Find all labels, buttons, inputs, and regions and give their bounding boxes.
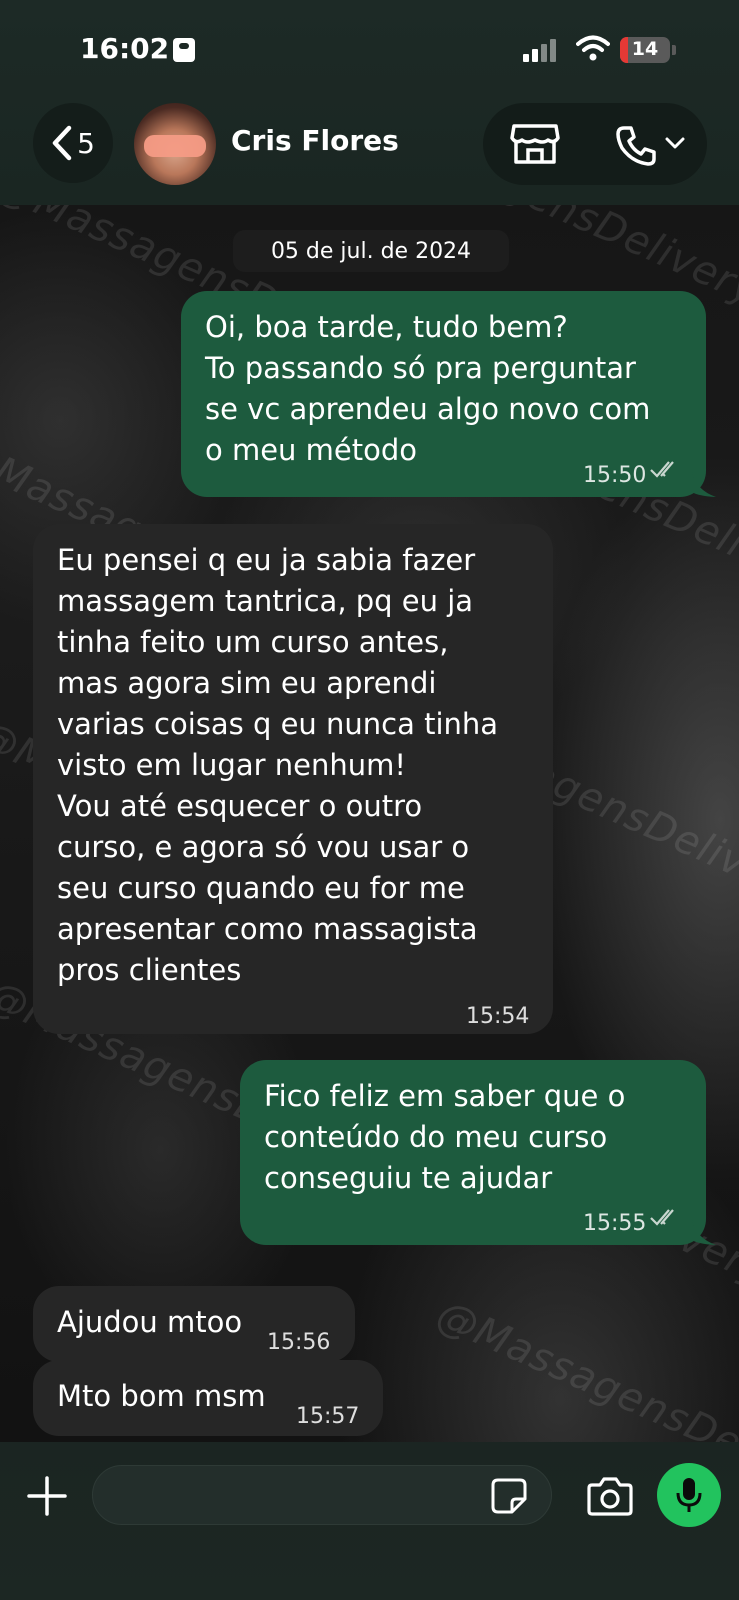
- wifi-icon: [576, 35, 610, 61]
- bubble-tail: [692, 1220, 716, 1245]
- mic-button[interactable]: [657, 1463, 721, 1527]
- cellular-signal-icon: [523, 38, 563, 62]
- phone-icon[interactable]: [614, 124, 658, 168]
- chevron-left-icon: [52, 125, 72, 161]
- message-bubble-outgoing[interactable]: Oi, boa tarde, tudo bem? To passando só …: [181, 291, 706, 497]
- message-text: Oi, boa tarde, tudo bem? To passando só …: [205, 310, 651, 467]
- message-time: 15:54: [466, 1004, 530, 1029]
- contact-name[interactable]: Cris Flores: [231, 124, 399, 157]
- avatar-redaction: [144, 135, 206, 157]
- unread-count: 5: [77, 126, 95, 160]
- message-time: 15:55: [583, 1211, 647, 1236]
- message-bubble-incoming[interactable]: Eu pensei q eu ja sabia fazer massagem t…: [33, 524, 553, 1034]
- avatar[interactable]: [134, 103, 216, 185]
- message-bubble-incoming[interactable]: Ajudou mtoo 15:56: [33, 1286, 355, 1362]
- store-icon[interactable]: [510, 122, 560, 166]
- read-receipt-icon: [650, 461, 674, 478]
- date-separator: 05 de jul. de 2024: [233, 230, 509, 272]
- message-input[interactable]: [92, 1465, 552, 1525]
- mic-icon: [676, 1478, 702, 1512]
- message-time: 15:50: [583, 463, 647, 488]
- chevron-down-icon[interactable]: [665, 136, 685, 150]
- status-time: 16:02: [80, 32, 170, 65]
- message-time: 15:56: [267, 1330, 331, 1355]
- camera-icon[interactable]: [586, 1475, 634, 1517]
- message-bubble-incoming[interactable]: Mto bom msm 15:57: [33, 1360, 383, 1436]
- plus-icon[interactable]: [26, 1475, 68, 1517]
- message-text: Eu pensei q eu ja sabia fazer massagem t…: [57, 543, 499, 987]
- battery-indicator: 14: [620, 37, 670, 63]
- bubble-tail: [692, 472, 716, 497]
- back-button[interactable]: 5: [33, 103, 113, 183]
- message-bubble-outgoing[interactable]: Fico feliz em saber que o conteúdo do me…: [240, 1060, 706, 1245]
- battery-tip: [672, 45, 676, 55]
- contact-card-icon: [173, 38, 195, 62]
- sticker-icon[interactable]: [490, 1477, 528, 1515]
- message-text: Fico feliz em saber que o conteúdo do me…: [264, 1079, 626, 1195]
- read-receipt-icon: [650, 1209, 674, 1226]
- message-time: 15:57: [296, 1404, 360, 1429]
- battery-level: 14: [631, 38, 659, 60]
